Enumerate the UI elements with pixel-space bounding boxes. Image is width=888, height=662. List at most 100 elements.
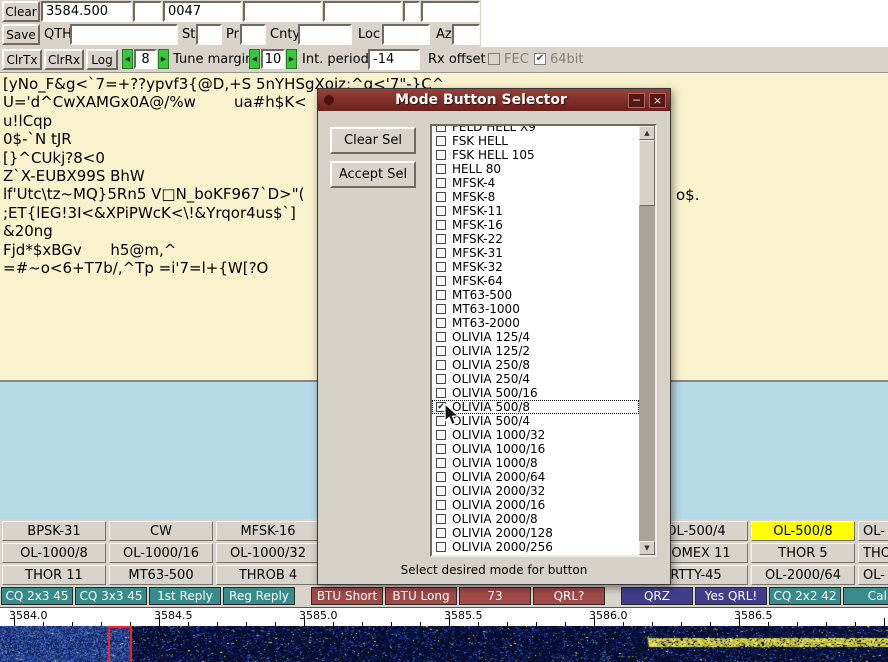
mode-list-scrollbar[interactable]: ▲ ▼ [639, 126, 655, 555]
mode-option-olivia-500-16[interactable]: OLIVIA 500/16 [432, 386, 639, 400]
scrollbar-thumb[interactable] [639, 140, 655, 206]
tune-margin-value-input[interactable] [134, 49, 157, 69]
unchecked-checkbox[interactable] [436, 220, 446, 230]
log-field-c[interactable] [323, 1, 402, 22]
mode-option-mfsk-16[interactable]: MFSK-16 [432, 218, 639, 232]
state-input[interactable] [196, 24, 222, 45]
macro-button-1st-reply[interactable]: 1st Reply [149, 587, 221, 605]
mode-option-feld-hell-x9[interactable]: FELD HELL X9 [432, 124, 639, 134]
mode-option-mfsk-8[interactable]: MFSK-8 [432, 190, 639, 204]
mode-option-mfsk-64[interactable]: MFSK-64 [432, 274, 639, 288]
rx-offset-input[interactable] [368, 49, 420, 70]
dialog-titlebar[interactable]: Mode Button Selector ─ × [318, 89, 670, 111]
unchecked-checkbox[interactable] [436, 458, 446, 468]
mode-option-mt63-2000[interactable]: MT63-2000 [432, 316, 639, 330]
unchecked-checkbox[interactable] [436, 248, 446, 258]
mode-option-olivia-1000-32[interactable]: OLIVIA 1000/32 [432, 428, 639, 442]
tune-margin-increase-icon[interactable]: ▶ [158, 49, 169, 69]
mode-option-olivia-250-8[interactable]: OLIVIA 250/8 [432, 358, 639, 372]
mode-button-thor-11[interactable]: THOR 11 [2, 565, 106, 585]
macro-button-call[interactable]: Call [843, 587, 888, 605]
unchecked-checkbox[interactable] [436, 346, 446, 356]
unchecked-checkbox[interactable] [436, 374, 446, 384]
macro-button-cq-2x3-45[interactable]: CQ 2x3 45 [1, 587, 73, 605]
unchecked-checkbox[interactable] [436, 318, 446, 328]
mode-button-cw[interactable]: CW [109, 521, 213, 541]
mode-option-olivia-2000-16[interactable]: OLIVIA 2000/16 [432, 498, 639, 512]
unchecked-checkbox[interactable] [436, 192, 446, 202]
mode-option-mfsk-11[interactable]: MFSK-11 [432, 204, 639, 218]
unchecked-checkbox[interactable] [436, 178, 446, 188]
mode-option-fsk-hell-105[interactable]: FSK HELL 105 [432, 148, 639, 162]
int-period-value-input[interactable] [261, 49, 285, 69]
window-menu-icon[interactable] [324, 95, 334, 105]
int-period-increase-icon[interactable]: ▶ [286, 49, 297, 69]
save-button[interactable]: Save [2, 24, 40, 45]
unchecked-checkbox[interactable] [436, 388, 446, 398]
mode-button-ol-500-8[interactable]: OL-500/8 [751, 521, 855, 541]
macro-button-qrz[interactable]: QRZ [621, 587, 693, 605]
mode-option-olivia-1000-16[interactable]: OLIVIA 1000/16 [432, 442, 639, 456]
mode-button-thor[interactable]: THOR [858, 543, 888, 563]
unchecked-checkbox[interactable] [436, 124, 446, 132]
azimuth-input[interactable] [452, 24, 480, 45]
macro-button-reg-reply[interactable]: Reg Reply [223, 587, 295, 605]
unchecked-checkbox[interactable] [436, 206, 446, 216]
accept-sel-button[interactable]: Accept Sel [330, 161, 416, 188]
minimize-icon[interactable]: ─ [628, 93, 645, 108]
unchecked-checkbox[interactable] [436, 430, 446, 440]
province-input[interactable] [240, 24, 266, 45]
unchecked-checkbox[interactable] [436, 234, 446, 244]
mode-option-olivia-125-2[interactable]: OLIVIA 125/2 [432, 344, 639, 358]
macro-button-qrl[interactable]: QRL? [533, 587, 605, 605]
unchecked-checkbox[interactable] [436, 500, 446, 510]
mode-option-mfsk-32[interactable]: MFSK-32 [432, 260, 639, 274]
mode-option-olivia-125-4[interactable]: OLIVIA 125/4 [432, 330, 639, 344]
scroll-up-icon[interactable]: ▲ [639, 126, 655, 140]
unchecked-checkbox[interactable] [436, 360, 446, 370]
mode-button-ol-2000-64[interactable]: OL-2000/64 [751, 565, 855, 585]
mode-button-thor-5[interactable]: THOR 5 [751, 543, 855, 563]
log-button[interactable]: Log [86, 49, 118, 70]
waterfall-display[interactable] [0, 626, 888, 662]
mode-option-olivia-2000-32[interactable]: OLIVIA 2000/32 [432, 484, 639, 498]
unchecked-checkbox[interactable] [436, 514, 446, 524]
mode-option-olivia-2000-64[interactable]: OLIVIA 2000/64 [432, 470, 639, 484]
mode-option-mfsk-22[interactable]: MFSK-22 [432, 232, 639, 246]
unchecked-checkbox[interactable] [436, 486, 446, 496]
mode-option-olivia-250-4[interactable]: OLIVIA 250/4 [432, 372, 639, 386]
locator-input[interactable] [382, 24, 430, 45]
mode-button-ol[interactable]: OL- [858, 521, 888, 541]
clear-sel-button[interactable]: Clear Sel [330, 127, 416, 154]
unchecked-checkbox[interactable] [436, 290, 446, 300]
mode-option-mfsk-4[interactable]: MFSK-4 [432, 176, 639, 190]
log-field-b[interactable] [243, 1, 322, 22]
tune-margin-decrease-icon[interactable]: ◀ [122, 49, 133, 69]
mode-button-throb-4[interactable]: THROB 4 [216, 565, 320, 585]
mode-button-ol-1000-32[interactable]: OL-1000/32 [216, 543, 320, 563]
macro-button-cq-3x3-45[interactable]: CQ 3x3 45 [75, 587, 147, 605]
clrtx-button[interactable]: ClrTx [2, 49, 42, 70]
mode-button-ol[interactable]: OL- [858, 565, 888, 585]
log-field-d[interactable] [403, 1, 420, 22]
int-period-decrease-icon[interactable]: ◀ [249, 49, 260, 69]
log-field-a[interactable] [133, 1, 162, 22]
bit64-checkbox[interactable]: ✔ [534, 53, 546, 65]
macro-button-btu-short[interactable]: BTU Short [311, 587, 383, 605]
qth-input[interactable] [70, 24, 178, 45]
mode-button-mt63-500[interactable]: MT63-500 [109, 565, 213, 585]
mode-option-olivia-1000-8[interactable]: OLIVIA 1000/8 [432, 456, 639, 470]
waterfall-canvas[interactable] [0, 626, 888, 662]
unchecked-checkbox[interactable] [436, 332, 446, 342]
mode-button-bpsk-31[interactable]: BPSK-31 [2, 521, 106, 541]
macro-button-btu-long[interactable]: BTU Long [385, 587, 457, 605]
mode-option-mt63-500[interactable]: MT63-500 [432, 288, 639, 302]
unchecked-checkbox[interactable] [436, 164, 446, 174]
macro-button-73[interactable]: 73 [459, 587, 531, 605]
mode-option-mfsk-31[interactable]: MFSK-31 [432, 246, 639, 260]
unchecked-checkbox[interactable] [436, 136, 446, 146]
unchecked-checkbox[interactable] [436, 150, 446, 160]
unchecked-checkbox[interactable] [436, 304, 446, 314]
mode-option-olivia-500-8[interactable]: ✔OLIVIA 500/8 [432, 400, 639, 414]
unchecked-checkbox[interactable] [436, 528, 446, 538]
